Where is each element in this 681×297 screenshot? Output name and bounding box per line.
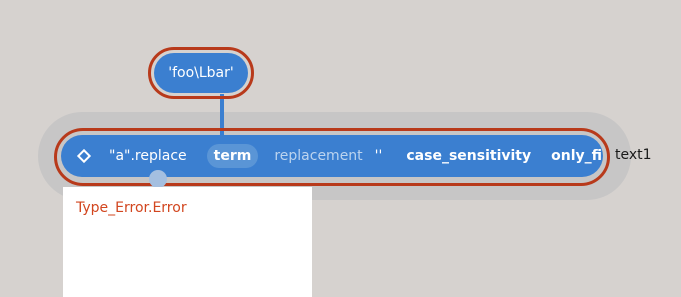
case-sensitivity-argument[interactable]: case_sensitivity: [396, 135, 541, 177]
replacement-label: replacement: [274, 148, 363, 164]
node-output-label: text1: [615, 147, 652, 163]
error-message: Type_Error.Error: [76, 200, 187, 216]
text-literal-value[interactable]: 'foo\Lbar': [168, 65, 234, 81]
method-label: "a".replace: [109, 148, 187, 164]
text-literal-node[interactable]: 'foo\Lbar': [148, 47, 254, 99]
only-first-argument[interactable]: only_first: [541, 135, 603, 177]
replacement-value[interactable]: '': [375, 148, 383, 164]
term-argument[interactable]: term: [201, 135, 265, 177]
only-first-label[interactable]: only_first: [551, 148, 603, 164]
diamond-icon[interactable]: [76, 148, 92, 164]
error-panel: Type_Error.Error: [63, 187, 312, 297]
case-sensitivity-label[interactable]: case_sensitivity: [406, 148, 531, 164]
replace-method-pill[interactable]: "a".replace term replacement '' case_sen…: [61, 135, 603, 177]
output-port[interactable]: [149, 170, 167, 188]
term-chip[interactable]: term: [206, 144, 259, 168]
replace-method-node[interactable]: "a".replace term replacement '' case_sen…: [54, 128, 610, 186]
replacement-argument[interactable]: replacement '': [264, 135, 396, 177]
method-segment[interactable]: "a".replace: [61, 135, 201, 177]
text-literal-pill[interactable]: 'foo\Lbar': [154, 53, 248, 93]
